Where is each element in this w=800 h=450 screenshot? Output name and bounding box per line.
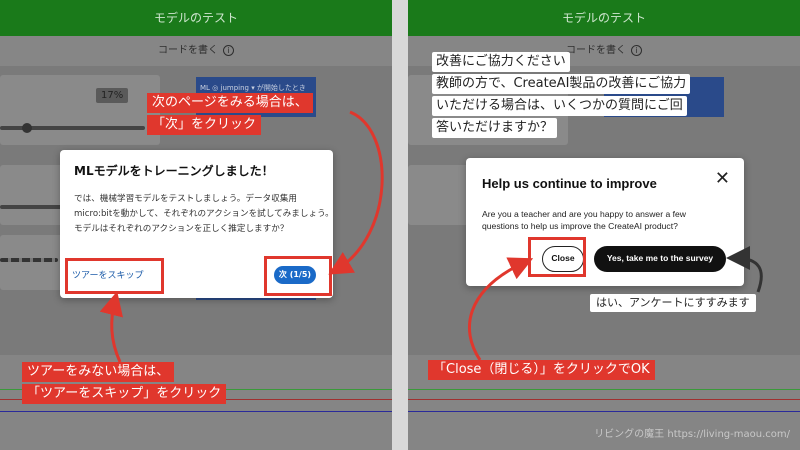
graph-line-blue <box>408 411 800 412</box>
subbar: コードを書く i <box>0 36 392 66</box>
right-panel: モデルのテスト コードを書く i Help us continue to impr… <box>408 0 800 450</box>
graph-line-red <box>408 399 800 400</box>
graph-line-blue <box>0 411 392 412</box>
yes-explanation-note: はい、アンケートにすすみます <box>590 294 756 312</box>
yes-survey-button[interactable]: Yes, take me to the survey <box>594 246 726 272</box>
slider-knob <box>22 123 32 133</box>
graph-line-green <box>408 389 800 390</box>
page-title: モデルのテスト <box>408 0 800 36</box>
next-highlight-box <box>264 256 332 296</box>
action-card <box>0 75 160 145</box>
screenshot-frame: モデルのテスト コードを書く i 17% ML ◎ jumping ▾ が開始した… <box>0 0 800 450</box>
left-panel: モデルのテスト コードを書く i 17% ML ◎ jumping ▾ が開始した… <box>0 0 392 450</box>
dialog-title: MLモデルをトレーニングしました！ <box>74 164 274 178</box>
callout-skip-line1: ツアーをみない場合は、 <box>22 362 175 382</box>
callout-skip-line2: 「ツアーをスキップ」をクリック <box>22 384 227 404</box>
callout-next-line1: 次のページをみる場合は、 <box>147 93 313 113</box>
code-block-label: ML ◎ jumping ▾ が開始したとき <box>200 84 306 92</box>
callout-next-line2: 「次」をクリック <box>147 115 262 135</box>
dialog-body: では、機械学習モデルをテストしましょう。データ収集用micro:bitを動かして… <box>74 194 334 234</box>
write-code-label: コードを書く <box>158 45 218 56</box>
survey-dialog: Help us continue to improve ✕ Are you a … <box>466 158 744 286</box>
survey-note-line4: 答いただけますか？ <box>432 118 558 138</box>
dialog-title: Help us continue to improve <box>482 176 657 191</box>
panel-divider <box>392 0 408 450</box>
survey-note-line3: いただける場合は、いくつかの質問にご回 <box>432 96 687 116</box>
close-icon[interactable]: ✕ <box>715 168 730 189</box>
percent-badge: 17% <box>96 88 129 103</box>
info-icon[interactable]: i <box>631 44 642 56</box>
page-title: モデルのテスト <box>0 0 392 36</box>
dialog-body: Are you a teacher and are you happy to a… <box>482 209 686 231</box>
survey-note-line2: 教師の方で、CreateAI製品の改善にご協力 <box>432 74 691 94</box>
site-watermark: リビングの魔王 https://living-maou.com/ <box>594 429 790 440</box>
write-code-label: コードを書く <box>566 45 626 56</box>
skip-highlight-box <box>65 258 164 294</box>
survey-note-line1: 改善にご協力ください <box>432 52 570 72</box>
confidence-slider <box>0 258 58 262</box>
info-icon[interactable]: i <box>223 44 234 56</box>
close-highlight-box <box>528 237 586 277</box>
callout-close: 「Close（閉じる）」をクリックでOK <box>428 360 655 380</box>
